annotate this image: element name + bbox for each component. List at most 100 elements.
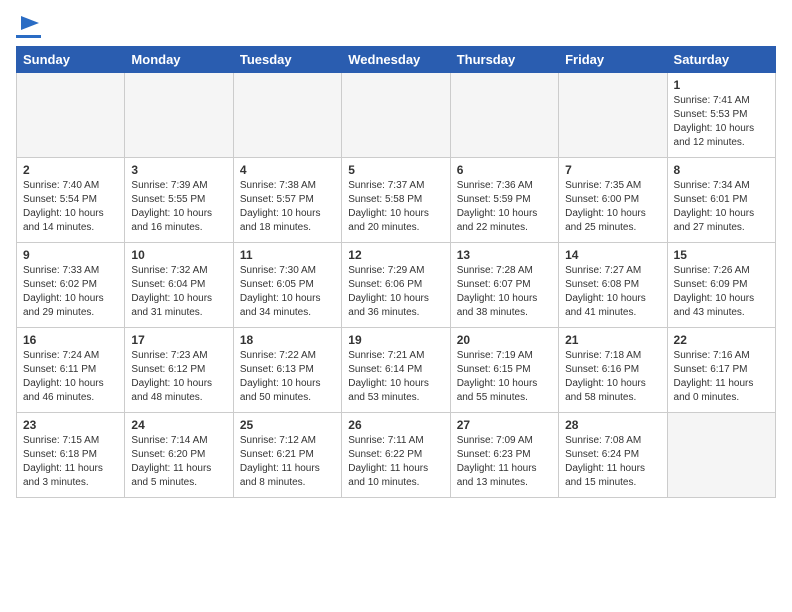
day-info: Sunrise: 7:18 AM Sunset: 6:16 PM Dayligh… [565, 349, 660, 405]
day-number: 8 [674, 163, 769, 177]
calendar-cell: 12 Sunrise: 7:29 AM Sunset: 6:06 PM Dayli… [342, 243, 450, 328]
day-info: Sunrise: 7:27 AM Sunset: 6:08 PM Dayligh… [565, 264, 660, 320]
day-number: 5 [348, 163, 443, 177]
day-number: 4 [240, 163, 335, 177]
calendar-cell [667, 413, 775, 498]
calendar-cell: 16 Sunrise: 7:24 AM Sunset: 6:11 PM Dayli… [17, 328, 125, 413]
day-number: 24 [131, 418, 226, 432]
day-info: Sunrise: 7:14 AM Sunset: 6:20 PM Dayligh… [131, 434, 226, 490]
week-row-0: 1 Sunrise: 7:41 AM Sunset: 5:53 PM Daylig… [17, 73, 776, 158]
day-number: 10 [131, 248, 226, 262]
calendar-cell: 19Sunrise: 7:21 AM Sunset: 6:14 PM Dayli… [342, 328, 450, 413]
calendar-cell: 20 Sunrise: 7:19 AM Sunset: 6:15 PM Dayli… [450, 328, 558, 413]
calendar-cell [17, 73, 125, 158]
day-number: 16 [23, 333, 118, 347]
day-number: 18 [240, 333, 335, 347]
day-number: 9 [23, 248, 118, 262]
calendar-cell: 2 Sunrise: 7:40 AM Sunset: 5:54 PM Daylig… [17, 158, 125, 243]
day-number: 27 [457, 418, 552, 432]
day-info: Sunrise: 7:41 AM Sunset: 5:53 PM Dayligh… [674, 94, 769, 150]
week-row-2: 9Sunrise: 7:33 AM Sunset: 6:02 PM Daylig… [17, 243, 776, 328]
day-number: 28 [565, 418, 660, 432]
calendar-cell: 4 Sunrise: 7:38 AM Sunset: 5:57 PM Daylig… [233, 158, 341, 243]
day-number: 7 [565, 163, 660, 177]
calendar-cell: 17 Sunrise: 7:23 AM Sunset: 6:12 PM Dayli… [125, 328, 233, 413]
day-number: 21 [565, 333, 660, 347]
day-info: Sunrise: 7:11 AM Sunset: 6:22 PM Dayligh… [348, 434, 443, 490]
calendar-cell: 6 Sunrise: 7:36 AM Sunset: 5:59 PM Daylig… [450, 158, 558, 243]
day-info: Sunrise: 7:32 AM Sunset: 6:04 PM Dayligh… [131, 264, 226, 320]
calendar-container: SundayMondayTuesdayWednesdayThursdayFrid… [0, 0, 792, 508]
day-info: Sunrise: 7:24 AM Sunset: 6:11 PM Dayligh… [23, 349, 118, 405]
calendar-cell: 28Sunrise: 7:08 AM Sunset: 6:24 PM Dayli… [559, 413, 667, 498]
day-info: Sunrise: 7:36 AM Sunset: 5:59 PM Dayligh… [457, 179, 552, 235]
day-number: 19 [348, 333, 443, 347]
day-info: Sunrise: 7:35 AM Sunset: 6:00 PM Dayligh… [565, 179, 660, 235]
calendar-cell: 22 Sunrise: 7:16 AM Sunset: 6:17 PM Dayli… [667, 328, 775, 413]
weekday-header-sunday: Sunday [17, 47, 125, 73]
day-number: 26 [348, 418, 443, 432]
logo [16, 16, 41, 38]
weekday-header-tuesday: Tuesday [233, 47, 341, 73]
calendar-cell: 26 Sunrise: 7:11 AM Sunset: 6:22 PM Dayli… [342, 413, 450, 498]
day-number: 23 [23, 418, 118, 432]
calendar-cell: 3 Sunrise: 7:39 AM Sunset: 5:55 PM Daylig… [125, 158, 233, 243]
week-row-3: 16 Sunrise: 7:24 AM Sunset: 6:11 PM Dayli… [17, 328, 776, 413]
day-info: Sunrise: 7:34 AM Sunset: 6:01 PM Dayligh… [674, 179, 769, 235]
header [16, 16, 776, 38]
day-info: Sunrise: 7:26 AM Sunset: 6:09 PM Dayligh… [674, 264, 769, 320]
day-info: Sunrise: 7:16 AM Sunset: 6:17 PM Dayligh… [674, 349, 769, 405]
day-info: Sunrise: 7:37 AM Sunset: 5:58 PM Dayligh… [348, 179, 443, 235]
calendar-cell: 21 Sunrise: 7:18 AM Sunset: 6:16 PM Dayli… [559, 328, 667, 413]
day-info: Sunrise: 7:40 AM Sunset: 5:54 PM Dayligh… [23, 179, 118, 235]
calendar-cell: 5 Sunrise: 7:37 AM Sunset: 5:58 PM Daylig… [342, 158, 450, 243]
weekday-header-wednesday: Wednesday [342, 47, 450, 73]
calendar-cell [125, 73, 233, 158]
calendar-cell: 8 Sunrise: 7:34 AM Sunset: 6:01 PM Daylig… [667, 158, 775, 243]
calendar-cell: 18 Sunrise: 7:22 AM Sunset: 6:13 PM Dayli… [233, 328, 341, 413]
day-info: Sunrise: 7:38 AM Sunset: 5:57 PM Dayligh… [240, 179, 335, 235]
calendar-cell: 1 Sunrise: 7:41 AM Sunset: 5:53 PM Daylig… [667, 73, 775, 158]
calendar-cell: 25 Sunrise: 7:12 AM Sunset: 6:21 PM Dayli… [233, 413, 341, 498]
calendar-cell [342, 73, 450, 158]
day-info: Sunrise: 7:23 AM Sunset: 6:12 PM Dayligh… [131, 349, 226, 405]
calendar-cell: 10 Sunrise: 7:32 AM Sunset: 6:04 PM Dayli… [125, 243, 233, 328]
day-number: 11 [240, 248, 335, 262]
calendar-cell: 9Sunrise: 7:33 AM Sunset: 6:02 PM Daylig… [17, 243, 125, 328]
day-number: 17 [131, 333, 226, 347]
calendar-grid: SundayMondayTuesdayWednesdayThursdayFrid… [16, 46, 776, 498]
day-info: Sunrise: 7:22 AM Sunset: 6:13 PM Dayligh… [240, 349, 335, 405]
logo-arrow-icon [19, 12, 41, 34]
day-number: 12 [348, 248, 443, 262]
day-info: Sunrise: 7:09 AM Sunset: 6:23 PM Dayligh… [457, 434, 552, 490]
day-info: Sunrise: 7:39 AM Sunset: 5:55 PM Dayligh… [131, 179, 226, 235]
day-number: 14 [565, 248, 660, 262]
calendar-cell [450, 73, 558, 158]
day-number: 22 [674, 333, 769, 347]
calendar-cell: 23 Sunrise: 7:15 AM Sunset: 6:18 PM Dayli… [17, 413, 125, 498]
day-info: Sunrise: 7:12 AM Sunset: 6:21 PM Dayligh… [240, 434, 335, 490]
week-row-1: 2 Sunrise: 7:40 AM Sunset: 5:54 PM Daylig… [17, 158, 776, 243]
day-info: Sunrise: 7:30 AM Sunset: 6:05 PM Dayligh… [240, 264, 335, 320]
day-info: Sunrise: 7:29 AM Sunset: 6:06 PM Dayligh… [348, 264, 443, 320]
weekday-header-row: SundayMondayTuesdayWednesdayThursdayFrid… [17, 47, 776, 73]
calendar-cell [559, 73, 667, 158]
calendar-cell: 7 Sunrise: 7:35 AM Sunset: 6:00 PM Daylig… [559, 158, 667, 243]
day-info: Sunrise: 7:19 AM Sunset: 6:15 PM Dayligh… [457, 349, 552, 405]
day-number: 3 [131, 163, 226, 177]
weekday-header-monday: Monday [125, 47, 233, 73]
day-number: 1 [674, 78, 769, 92]
day-number: 6 [457, 163, 552, 177]
calendar-cell: 15 Sunrise: 7:26 AM Sunset: 6:09 PM Dayli… [667, 243, 775, 328]
day-info: Sunrise: 7:15 AM Sunset: 6:18 PM Dayligh… [23, 434, 118, 490]
day-number: 25 [240, 418, 335, 432]
day-number: 15 [674, 248, 769, 262]
weekday-header-saturday: Saturday [667, 47, 775, 73]
calendar-cell: 14 Sunrise: 7:27 AM Sunset: 6:08 PM Dayli… [559, 243, 667, 328]
calendar-cell [233, 73, 341, 158]
calendar-cell: 27 Sunrise: 7:09 AM Sunset: 6:23 PM Dayli… [450, 413, 558, 498]
week-row-4: 23 Sunrise: 7:15 AM Sunset: 6:18 PM Dayli… [17, 413, 776, 498]
day-number: 2 [23, 163, 118, 177]
day-number: 20 [457, 333, 552, 347]
weekday-header-thursday: Thursday [450, 47, 558, 73]
